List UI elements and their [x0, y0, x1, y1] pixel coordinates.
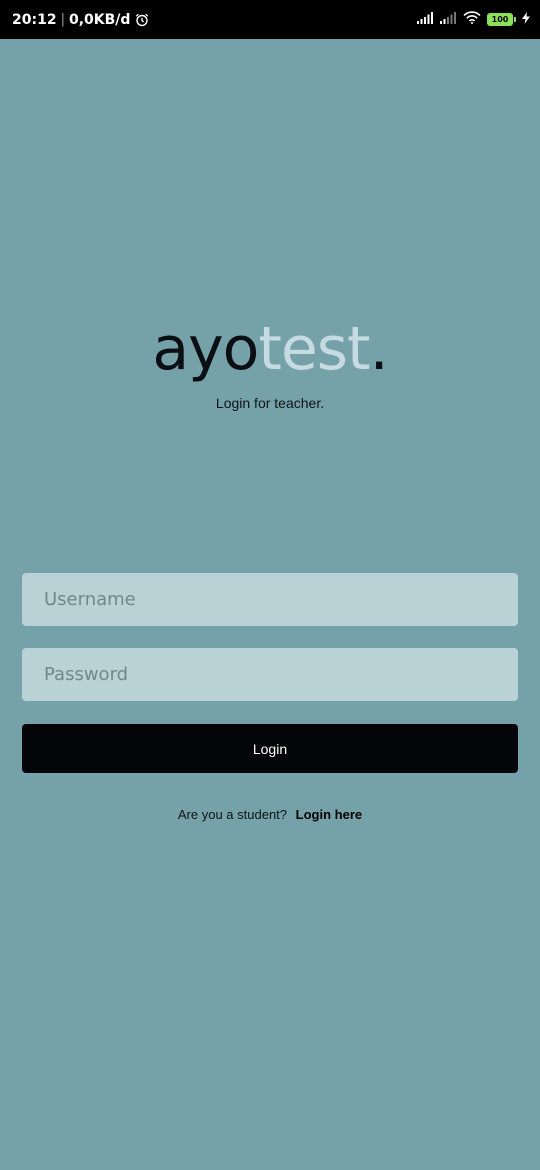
- login-button[interactable]: Login: [22, 724, 518, 773]
- status-time: 20:12: [12, 11, 57, 28]
- wifi-icon: [463, 10, 481, 29]
- status-bar: 20:12 | 0,0KB/d 100: [0, 0, 540, 39]
- status-separator: |: [60, 12, 65, 27]
- status-bar-right: 100: [417, 0, 530, 39]
- status-bar-left: 20:12 | 0,0KB/d: [12, 0, 149, 39]
- login-subtitle: Login for teacher.: [215, 395, 325, 411]
- password-input[interactable]: [22, 648, 518, 701]
- signal-icon: [417, 11, 434, 29]
- login-screen: ayotest. Login for teacher. Login Are yo…: [0, 39, 540, 1170]
- signal-weak-icon: [440, 11, 457, 29]
- login-button-label: Login: [252, 740, 288, 757]
- battery-level: 100: [487, 13, 513, 26]
- battery-tip: [514, 17, 516, 22]
- username-input[interactable]: [22, 573, 518, 626]
- logo-part-test: test: [258, 314, 370, 384]
- battery-icon: 100: [487, 13, 516, 26]
- app-logo: ayotest.: [0, 319, 540, 379]
- logo-dot: .: [369, 314, 389, 384]
- student-login-link[interactable]: Login here: [296, 807, 362, 822]
- alarm-icon: [135, 13, 149, 27]
- charging-icon: [522, 11, 530, 29]
- network-speed: 0,0KB/d: [68, 11, 131, 28]
- student-question: Are you a student?: [177, 807, 288, 822]
- logo-part-ayo: ayo: [152, 314, 259, 384]
- student-login-prompt: Are you a student? Login here: [0, 807, 540, 822]
